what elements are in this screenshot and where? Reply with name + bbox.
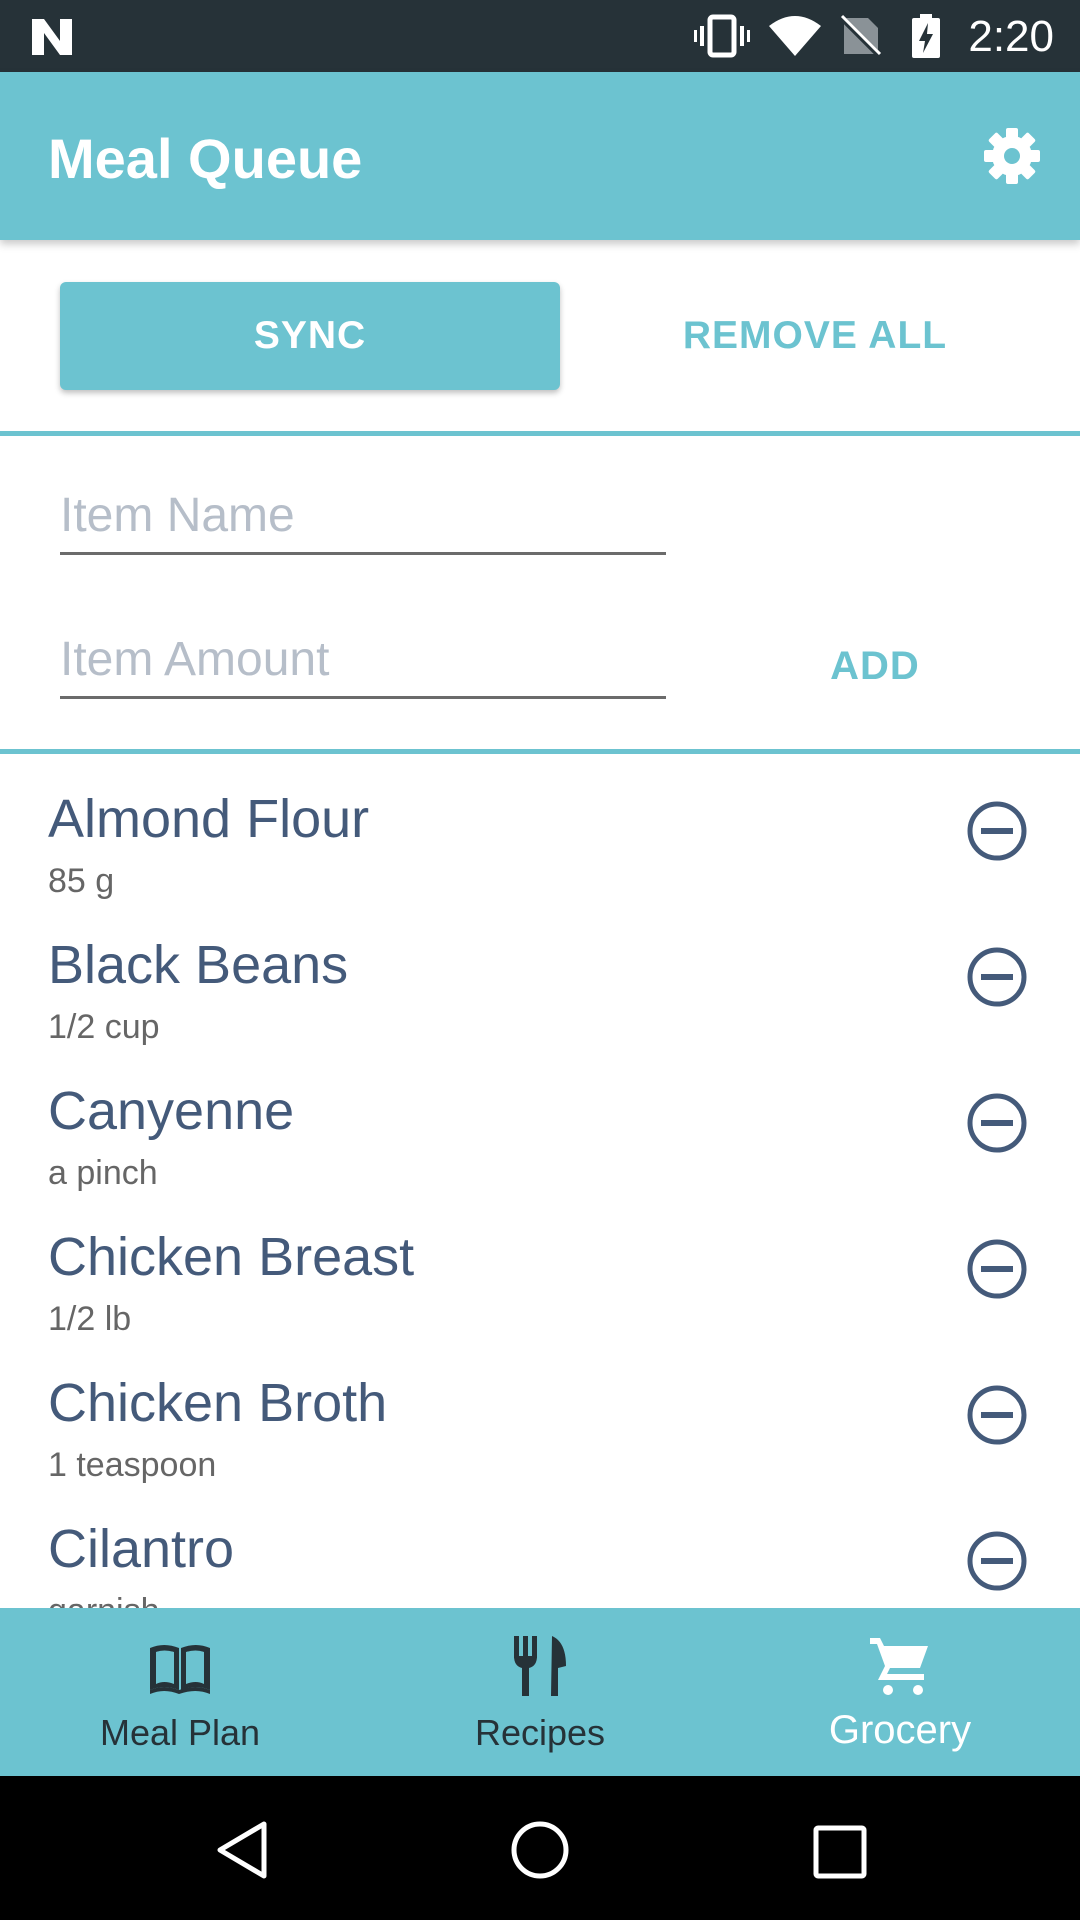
remove-circle-icon[interactable] (966, 1530, 1028, 1592)
list-item: Canyenne a pinch (0, 1048, 1080, 1194)
sync-button[interactable]: SYNC (60, 282, 560, 390)
home-icon[interactable] (510, 1820, 570, 1880)
divider (0, 431, 1080, 436)
list-item: Chicken Breast 1/2 lb (0, 1194, 1080, 1340)
item-name: Cilantro (48, 1519, 235, 1579)
list-item: Cilantro garnish (0, 1486, 1080, 1608)
settings-gear-icon[interactable] (982, 126, 1042, 186)
clock: 2:20 (968, 12, 1054, 61)
remove-all-button[interactable]: REMOVE ALL (640, 282, 990, 390)
system-nav-bar (0, 1776, 1080, 1920)
add-button[interactable]: ADD (780, 630, 970, 702)
item-amount-input[interactable]: Item Amount (60, 624, 666, 699)
item-name-input[interactable]: Item Name (60, 480, 666, 555)
tab-label: Recipes (474, 1712, 606, 1753)
recents-icon[interactable] (812, 1824, 868, 1880)
status-bar: 2:20 (0, 0, 1080, 72)
item-name: Chicken Breast (48, 1227, 415, 1287)
item-amount: a pinch (48, 1154, 158, 1192)
remove-circle-icon[interactable] (966, 1384, 1028, 1446)
tab-meal-plan[interactable]: Meal Plan (0, 1608, 360, 1776)
list-item: Black Beans 1/2 cup (0, 902, 1080, 1048)
remove-circle-icon[interactable] (966, 1238, 1028, 1300)
book-icon (150, 1645, 210, 1694)
page-title: Meal Queue (48, 127, 363, 190)
action-bar: SYNC REMOVE ALL (0, 240, 1080, 432)
divider (0, 749, 1080, 754)
back-icon[interactable] (212, 1820, 272, 1880)
list-item: Chicken Broth 1 teaspoon (0, 1340, 1080, 1486)
item-amount: 85 g (48, 862, 115, 900)
app-bar: Meal Queue (0, 72, 1080, 240)
item-name: Black Beans (48, 935, 349, 995)
no-sim-icon (840, 14, 882, 58)
battery-charging-icon (912, 14, 940, 58)
item-amount: 1/2 lb (48, 1300, 132, 1338)
cart-icon (870, 1638, 928, 1695)
tab-recipes[interactable]: Recipes (360, 1608, 720, 1776)
item-name: Chicken Broth (48, 1373, 388, 1433)
wifi-icon (769, 16, 821, 56)
remove-circle-icon[interactable] (966, 1092, 1028, 1154)
remove-circle-icon[interactable] (966, 800, 1028, 862)
tab-grocery[interactable]: Grocery (720, 1608, 1080, 1776)
item-amount: 1 teaspoon (48, 1446, 217, 1484)
vibrate-icon (694, 14, 750, 58)
remove-circle-icon[interactable] (966, 946, 1028, 1008)
item-name: Canyenne (48, 1081, 295, 1141)
fork-knife-icon (514, 1636, 566, 1696)
item-amount: 1/2 cup (48, 1008, 160, 1046)
bottom-navigation: Meal Plan Recipes Grocery (0, 1608, 1080, 1776)
item-name: Almond Flour (48, 789, 370, 849)
item-amount: garnish (48, 1592, 160, 1608)
list-item: Almond Flour 85 g (0, 756, 1080, 902)
tab-label: Meal Plan (99, 1712, 261, 1753)
notification-n-icon (32, 19, 72, 55)
tab-label: Grocery (828, 1708, 972, 1752)
grocery-list: Almond Flour 85 g Black Beans 1/2 cup Ca… (0, 756, 1080, 1608)
